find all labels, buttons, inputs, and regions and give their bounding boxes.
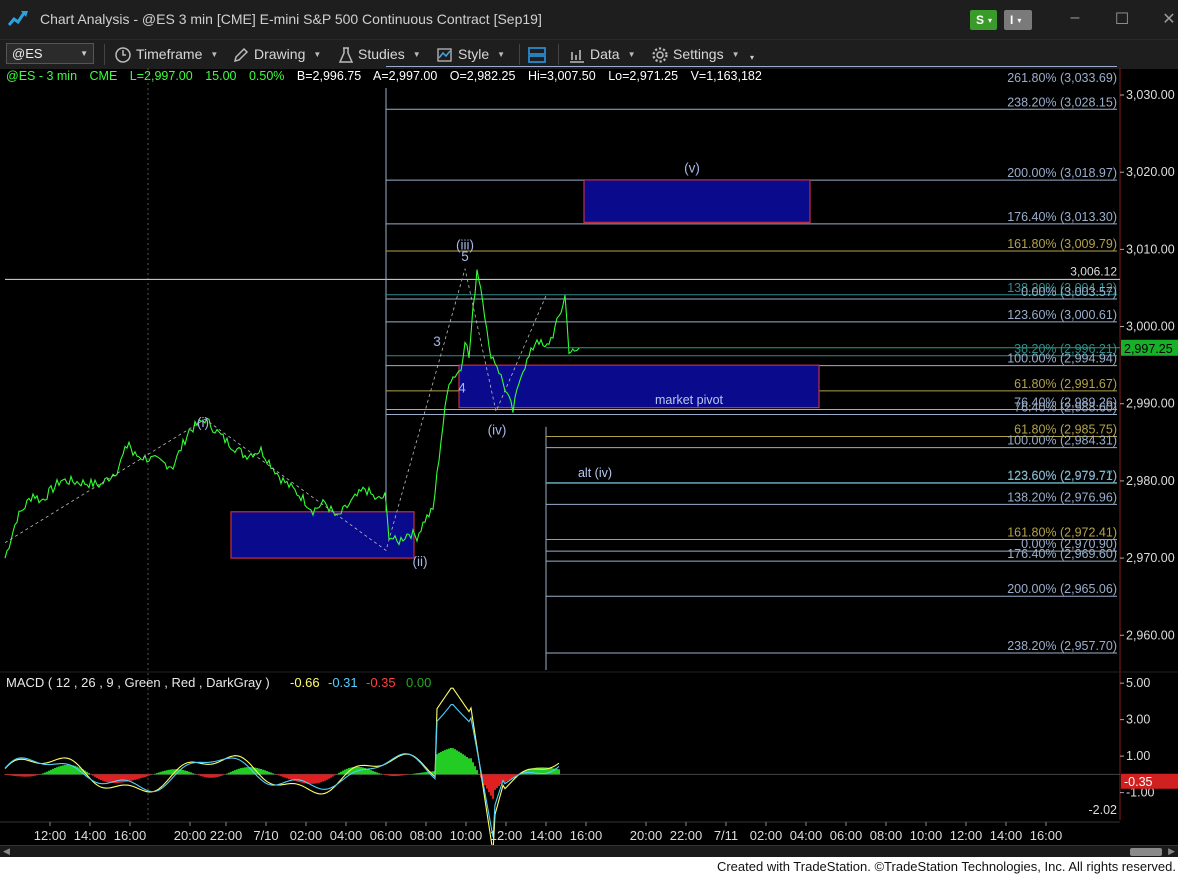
x-axis-tick-label: 20:00 [174, 828, 207, 843]
wave-label: 5 [461, 249, 469, 264]
macd-last-label: -0.35 [1124, 775, 1153, 789]
x-axis-tick-label: 12:00 [34, 828, 67, 843]
scrollbar-thumb[interactable] [1130, 848, 1162, 856]
x-axis-tick-label: 08:00 [410, 828, 443, 843]
price-chart[interactable]: 3,030.00 3,020.00 3,010.00 3,000.00 2,990.00… [0, 0, 1178, 845]
reference-price-label: 3,006.12 [1070, 264, 1117, 278]
wave-label: market pivot [655, 393, 724, 407]
fib-level-label: 200.00% (2,965.06) [1007, 582, 1117, 596]
x-axis-tick-label: 06:00 [830, 828, 863, 843]
x-axis-tick-label: 7/10 [253, 828, 278, 843]
copyright-text: Created with TradeStation. ©TradeStation… [716, 859, 1176, 874]
x-axis-tick-label: 16:00 [1030, 828, 1063, 843]
macd-axis-label: 1.00 [1126, 749, 1150, 763]
y-axis-tick-label: 3,000.00 [1126, 320, 1175, 334]
y-axis-tick-label: 2,990.00 [1126, 397, 1175, 411]
fib-level-label: 100.00% (2,984.31) [1007, 434, 1117, 448]
fib-level-label: 176.40% (3,013.30) [1007, 210, 1117, 224]
last-price-label: 2,997.25 [1124, 342, 1173, 356]
x-axis-tick-label: 12:00 [950, 828, 983, 843]
y-axis-tick-label: 2,980.00 [1126, 474, 1175, 488]
macd-value: -0.35 [366, 675, 396, 690]
wave-label: (i) [197, 415, 209, 430]
x-axis-tick-label: 10:00 [910, 828, 943, 843]
wave-label: 4 [458, 380, 466, 395]
macd-value: 0.00 [406, 675, 431, 690]
x-axis-tick-label: 02:00 [750, 828, 783, 843]
fib-level-label: 100.00% (2,994.94) [1007, 352, 1117, 366]
wave-label: (iv) [488, 423, 507, 438]
market-pivot-box [458, 364, 820, 409]
wave-label: 3 [433, 334, 441, 349]
x-axis-tick-label: 20:00 [630, 828, 663, 843]
wave-label: (ii) [413, 554, 428, 569]
x-axis-tick-label: 14:00 [74, 828, 107, 843]
x-axis-tick-label: 08:00 [870, 828, 903, 843]
x-axis-tick-label: 22:00 [670, 828, 703, 843]
macd-axis-label: 3.00 [1126, 713, 1150, 727]
fib-level-label: 123.60% (3,000.61) [1007, 308, 1117, 322]
x-axis-tick-label: 14:00 [990, 828, 1023, 843]
scroll-left-icon[interactable]: ◀ [3, 846, 10, 857]
wave-label: (v) [684, 160, 700, 175]
x-axis-tick-label: 04:00 [330, 828, 363, 843]
macd-title: MACD ( 12 , 26 , 9 , Green , Red , DarkG… [6, 675, 270, 690]
fib-level-label: 238.20% (3,028.15) [1007, 95, 1117, 109]
wave-label: alt (iv) [578, 466, 612, 480]
macd-min-label: -2.02 [1089, 803, 1118, 817]
scroll-right-icon[interactable]: ▶ [1168, 846, 1175, 857]
x-axis-tick-label: 7/11 [714, 828, 738, 843]
x-axis-tick-label: 16:00 [570, 828, 603, 843]
target-box-v [583, 179, 811, 223]
x-axis-tick-label: 22:00 [210, 828, 243, 843]
x-axis-tick-label: 06:00 [370, 828, 403, 843]
fib-level-label: 200.00% (3,018.97) [1007, 166, 1117, 180]
footer: Created with TradeStation. ©TradeStation… [0, 857, 1178, 876]
x-axis-tick-label: 16:00 [114, 828, 147, 843]
x-axis-tick-label: 14:00 [530, 828, 563, 843]
wave-ii-box [230, 511, 415, 559]
macd-value: -0.66 [290, 675, 320, 690]
fib-level-label: 238.20% (2,957.70) [1007, 639, 1117, 653]
fib-level-label: 176.40% (2,969.60) [1007, 547, 1117, 561]
x-axis-tick-label: 04:00 [790, 828, 823, 843]
fib-level-label: 76.40% (2,988.60) [1014, 401, 1117, 415]
fib-clipped-label: 261.80% (3,033.69) [1007, 71, 1117, 85]
fib-level-label: 138.20% (2,976.96) [1007, 490, 1117, 504]
y-axis-tick-label: 2,970.00 [1126, 551, 1175, 565]
y-axis-tick-label: 3,020.00 [1126, 165, 1175, 179]
fib-level-label: 123.60% (2,979.71) [1007, 469, 1117, 483]
macd-axis-label: 5.00 [1126, 676, 1150, 690]
y-axis-tick-label: 3,010.00 [1126, 242, 1175, 256]
fib-level-label: 161.80% (3,009.79) [1007, 237, 1117, 251]
y-axis-tick-label: 3,030.00 [1126, 88, 1175, 102]
macd-value: -0.31 [328, 675, 358, 690]
y-axis-tick-label: 2,960.00 [1126, 628, 1175, 642]
x-axis-tick-label: 12:00 [490, 828, 523, 843]
x-axis-tick-label: 10:00 [450, 828, 483, 843]
x-axis-tick-label: 02:00 [290, 828, 323, 843]
fib-level-label: 61.80% (2,991.67) [1014, 377, 1117, 391]
fib-level-label: 0.00% (3,003.57) [1021, 285, 1117, 299]
